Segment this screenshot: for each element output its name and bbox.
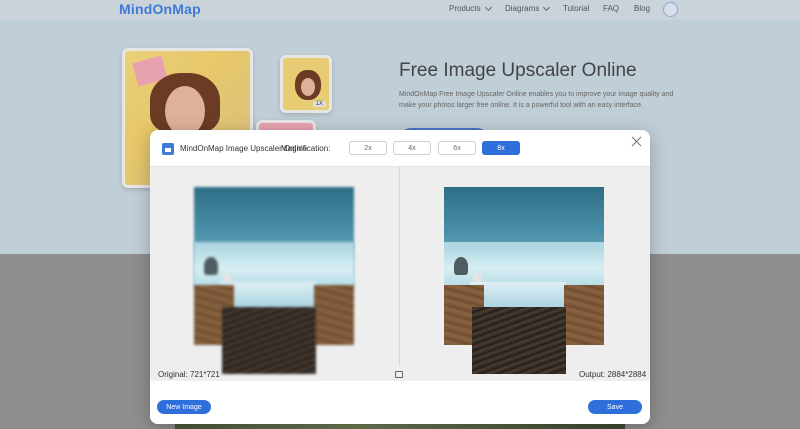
save-button[interactable]: Save (588, 400, 642, 414)
pane-divider[interactable] (399, 166, 400, 366)
sample-photo-small: 1X (280, 55, 332, 113)
hero-title: Free Image Upscaler Online (399, 60, 637, 81)
magnification-2x-button[interactable]: 2x (349, 141, 387, 155)
original-image-preview (194, 187, 354, 377)
logo-text: MindOnMap (119, 1, 201, 17)
dialog-footer (150, 381, 650, 424)
dialog-header: MindOnMap Image Upscaler Online Magnific… (150, 130, 650, 166)
top-navbar: MindOnMap Products Diagrams Tutorial FAQ… (0, 0, 800, 20)
user-avatar-icon[interactable] (663, 2, 678, 17)
nav-diagrams-label: Diagrams (505, 4, 540, 13)
magnification-label: Magnification: (281, 144, 331, 153)
nav-faq[interactable]: FAQ (603, 4, 619, 13)
chevron-down-icon (484, 3, 492, 11)
app-image-icon (162, 143, 174, 155)
nav-blog-label: Blog (634, 4, 651, 13)
nav-tutorial-label: Tutorial (563, 4, 590, 13)
close-icon[interactable] (630, 135, 644, 149)
magnification-8x-button[interactable]: 8x (482, 141, 520, 155)
output-image-preview (444, 187, 604, 377)
magnification-4x-button[interactable]: 4x (393, 141, 431, 155)
nav-products-label: Products (449, 4, 481, 13)
magnification-6x-button[interactable]: 6x (438, 141, 476, 155)
nav-tutorial[interactable]: Tutorial (563, 4, 589, 13)
nav-faq-label: FAQ (603, 4, 620, 13)
scale-badge: 1X (312, 101, 326, 107)
chevron-down-icon (543, 3, 551, 11)
hero-description: MindOnMap Free Image Upscaler Online ena… (399, 91, 674, 109)
nav-products[interactable]: Products (449, 3, 492, 13)
original-resolution: Original: 721*721 (158, 370, 220, 379)
nav-blog[interactable]: Blog (634, 4, 650, 13)
nav-diagrams[interactable]: Diagrams (505, 3, 551, 13)
upscaler-dialog: MindOnMap Image Upscaler Online Magnific… (150, 130, 650, 424)
mindonmap-logo[interactable]: MindOnMap (119, 0, 201, 18)
output-resolution: Output: 2884*2884 (579, 370, 647, 379)
compare-view-icon[interactable] (395, 371, 403, 378)
new-image-button[interactable]: New Image (157, 400, 211, 414)
